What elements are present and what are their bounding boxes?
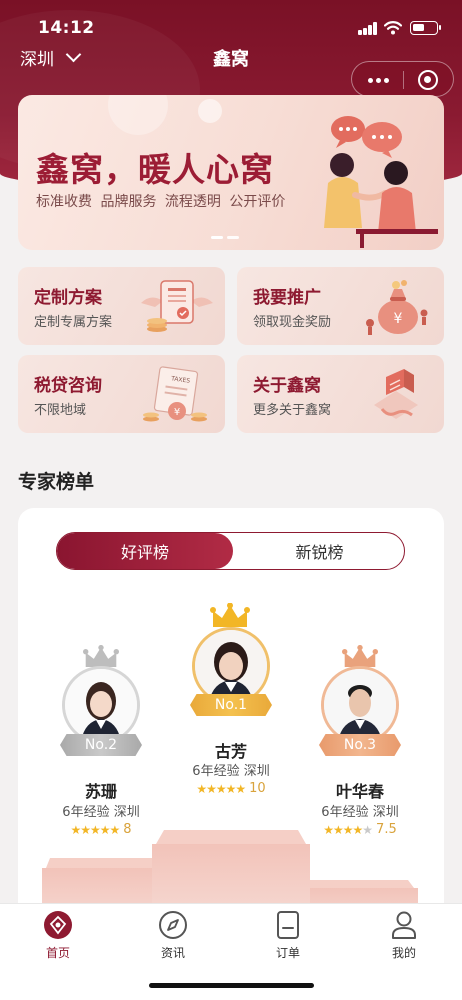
expert-photo-no2 [65, 669, 137, 741]
status-time: 14:12 [38, 18, 95, 38]
document-coins-icon [141, 280, 213, 332]
svg-text:¥: ¥ [174, 407, 180, 418]
card-custom-plan[interactable]: 定制方案 定制专属方案 [18, 267, 225, 345]
rating-score: 10 [249, 781, 266, 796]
tab-top-rated[interactable]: 好评榜 [57, 533, 233, 569]
money-bag-icon: ¥ [366, 280, 428, 335]
compass-icon [158, 910, 188, 940]
expert-photo-no1 [195, 630, 267, 702]
rating-score: 7.5 [376, 822, 397, 837]
tab-profile[interactable]: 我的 [364, 910, 444, 961]
close-target-icon[interactable] [418, 70, 438, 90]
mini-program-capsule [351, 61, 454, 97]
expert-name[interactable]: 苏珊 [41, 778, 161, 802]
card-about[interactable]: 关于鑫窝 更多关于鑫窝 [237, 355, 444, 433]
more-icon[interactable] [368, 78, 390, 83]
expert-rating: ★★★★★ 8 [41, 822, 161, 837]
card-tax-loan[interactable]: 税贷咨询 不限地域 TAXES ¥ [18, 355, 225, 433]
two-women-chatting-illustration [324, 116, 438, 248]
expert-meta: 6年经验 深圳 [62, 805, 140, 820]
battery-icon [410, 21, 441, 35]
banner-subtitle: 标准收费 品牌服务 流程透明 公开评价 [36, 194, 286, 210]
star-rating-icon: ★★★★★ [196, 781, 246, 796]
card-subtitle: 更多关于鑫窝 [253, 403, 332, 418]
tab-label: 我的 [391, 946, 416, 960]
expert-photo-no3 [324, 669, 396, 741]
avatar[interactable] [321, 666, 399, 744]
expert-rating: ★★★★★ 10 [171, 781, 291, 796]
wifi-icon [384, 21, 402, 35]
tab-label: 首页 [45, 946, 70, 960]
card-subtitle: 领取现金奖励 [253, 315, 332, 330]
ranking-tabs: 好评榜 新锐榜 [56, 532, 405, 570]
rank-badge: No.1 [190, 694, 272, 716]
card-promote[interactable]: 我要推广 领取现金奖励 ¥ [237, 267, 444, 345]
tab-news[interactable]: 资讯 [133, 910, 213, 961]
home-logo-icon [43, 910, 73, 940]
section-title: 专家榜单 [18, 471, 95, 493]
tab-label: 订单 [275, 946, 300, 960]
expert-name[interactable]: 叶华春 [300, 778, 420, 802]
card-subtitle: 定制专属方案 [34, 315, 113, 330]
tab-home[interactable]: 首页 [18, 910, 98, 961]
card-title: 税贷咨询 [34, 376, 102, 396]
expert-name[interactable]: 古芳 [171, 738, 291, 762]
decor-bubble [108, 95, 168, 135]
location-building-icon [374, 369, 418, 419]
card-title: 关于鑫窝 [253, 376, 321, 396]
expert-meta: 6年经验 深圳 [321, 805, 399, 820]
status-bar: 14:12 [0, 0, 462, 44]
svg-text:¥: ¥ [394, 311, 403, 327]
avatar[interactable] [62, 666, 140, 744]
user-icon [389, 910, 419, 940]
tab-label: 资讯 [160, 946, 185, 960]
cellular-signal-icon [358, 22, 378, 35]
banner-title: 鑫窝，暖人心窝 [36, 150, 274, 189]
star-rating-icon: ★★★★★ [70, 822, 120, 837]
card-subtitle: 不限地域 [34, 403, 87, 418]
capsule-divider [403, 71, 404, 89]
avatar[interactable] [192, 627, 270, 705]
rating-score: 8 [123, 822, 132, 837]
order-icon [273, 910, 303, 940]
card-title: 我要推广 [253, 288, 321, 308]
expert-rating: ★★★★★ 7.5 [300, 822, 420, 837]
card-title: 定制方案 [34, 288, 102, 308]
taxes-coin-icon: TAXES ¥ [143, 366, 207, 422]
tab-rising[interactable]: 新锐榜 [233, 533, 404, 569]
rank-badge: No.3 [319, 734, 401, 756]
expert-meta: 6年经验 深圳 [192, 764, 270, 779]
decor-bubble [198, 99, 222, 123]
home-indicator [149, 983, 314, 988]
tab-orders[interactable]: 订单 [248, 910, 328, 961]
rank-badge: No.2 [60, 734, 142, 756]
promo-banner[interactable]: 鑫窝，暖人心窝 标准收费 品牌服务 流程透明 公开评价 [18, 95, 444, 250]
star-rating-icon: ★★★★★ [323, 822, 373, 837]
